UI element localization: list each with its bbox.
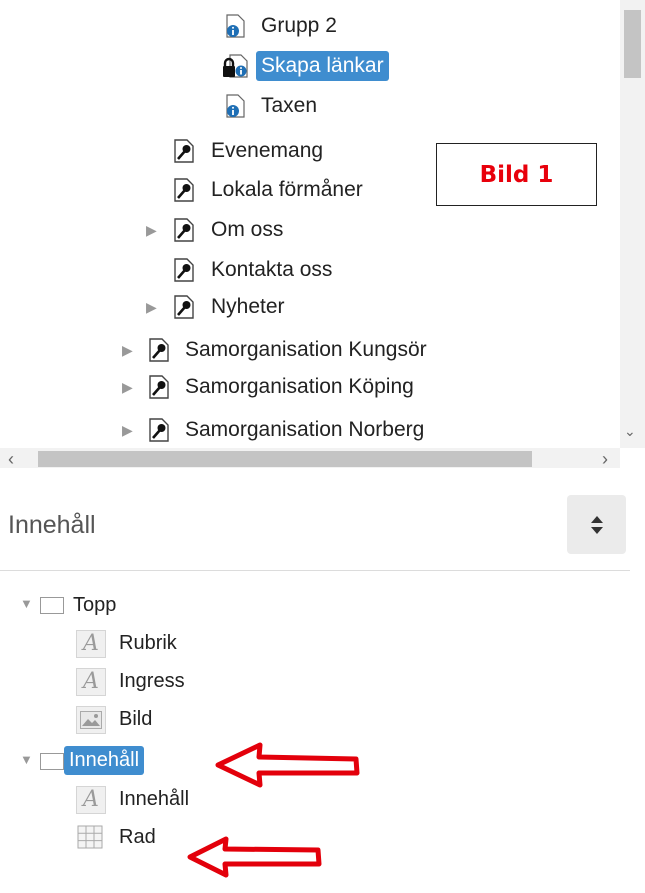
page-icon	[149, 418, 169, 442]
page-icon	[174, 178, 194, 202]
tree-item-grupp-2[interactable]: Grupp 2	[0, 6, 600, 46]
tree-item-label: Lokala förmåner	[211, 178, 363, 201]
content-item-label: Rad	[119, 825, 156, 848]
scroll-left-icon[interactable]: ‹	[8, 450, 14, 468]
annotation-arrow-icon	[187, 836, 322, 878]
content-panel-title: Innehåll	[8, 511, 96, 539]
page-icon	[174, 295, 194, 319]
expand-arrow-icon[interactable]: ▶	[146, 300, 157, 314]
tree-item-taxen[interactable]: Taxen	[0, 86, 600, 126]
content-item-label: Innehåll	[64, 745, 145, 775]
vertical-scrollbar[interactable]: ⌄	[620, 0, 645, 448]
content-item-rubrik[interactable]: A Rubrik	[0, 624, 400, 662]
grid-icon	[76, 824, 104, 850]
tree-item-skapa-lankar[interactable]: Skapa länkar	[0, 46, 600, 86]
page-icon	[149, 338, 169, 362]
info-page-icon	[226, 94, 245, 118]
page-icon	[174, 139, 194, 163]
divider	[0, 570, 630, 571]
tree-item-label: Samorganisation Norberg	[185, 418, 425, 441]
tree-item-label: Samorganisation Köping	[185, 375, 414, 398]
container-icon	[40, 753, 64, 770]
lock-page-icon	[222, 54, 248, 78]
tree-item-samorganisation-kungsor[interactable]: ▶ Samorganisation Kungsör	[0, 330, 600, 370]
collapse-arrow-icon[interactable]: ▼	[20, 597, 33, 610]
sort-button[interactable]	[567, 495, 626, 554]
horizontal-scrollbar[interactable]: ‹ ›	[0, 448, 620, 468]
horizontal-scrollbar-thumb[interactable]	[38, 451, 532, 467]
tree-item-label: Taxen	[261, 94, 318, 117]
scroll-right-icon[interactable]: ›	[602, 450, 608, 468]
page-tree: Grupp 2 Skapa länkar Taxen Evenemang Lok…	[0, 0, 620, 448]
page-icon	[174, 218, 194, 242]
text-icon: A	[76, 668, 106, 696]
expand-arrow-icon[interactable]: ▶	[122, 380, 133, 394]
scroll-down-icon[interactable]: ⌄	[624, 424, 636, 438]
tree-item-label: Evenemang	[211, 139, 324, 162]
vertical-scrollbar-thumb[interactable]	[624, 10, 641, 78]
content-item-ingress[interactable]: A Ingress	[0, 662, 400, 700]
container-icon	[40, 597, 64, 614]
content-item-bild[interactable]: Bild	[0, 700, 400, 738]
expand-arrow-icon[interactable]: ▶	[146, 223, 157, 237]
tree-item-label: Grupp 2	[261, 14, 337, 37]
tree-item-label: Om oss	[211, 218, 284, 241]
tree-item-label: Skapa länkar	[256, 51, 389, 81]
tree-item-label: Samorganisation Kungsör	[185, 338, 427, 361]
expand-arrow-icon[interactable]: ▶	[122, 343, 133, 357]
content-item-topp[interactable]: ▼ Topp	[0, 586, 400, 624]
sort-icon	[590, 515, 604, 535]
annotation-label: Bild 1	[479, 161, 554, 188]
tree-item-label: Kontakta oss	[211, 258, 333, 281]
image-icon	[76, 706, 106, 734]
expand-arrow-icon[interactable]: ▶	[122, 423, 133, 437]
annotation-arrow-icon	[215, 742, 360, 788]
text-icon: A	[76, 786, 106, 814]
page-icon	[174, 258, 194, 282]
text-icon: A	[76, 630, 106, 658]
content-item-label: Rubrik	[119, 631, 177, 654]
page-icon	[149, 375, 169, 399]
page-tree-panel: Grupp 2 Skapa länkar Taxen Evenemang Lok…	[0, 0, 645, 468]
content-item-label: Topp	[73, 593, 117, 616]
tree-item-kontakta-oss[interactable]: Kontakta oss	[0, 250, 600, 290]
tree-item-om-oss[interactable]: ▶ Om oss	[0, 210, 600, 250]
content-item-label: Bild	[119, 707, 153, 730]
tree-item-label: Nyheter	[211, 295, 285, 318]
tree-item-nyheter[interactable]: ▶ Nyheter	[0, 287, 600, 327]
content-item-label: Ingress	[119, 669, 185, 692]
content-header: Innehåll	[0, 495, 645, 570]
tree-item-samorganisation-koping[interactable]: ▶ Samorganisation Köping	[0, 367, 600, 407]
annotation-box: Bild 1	[436, 143, 597, 206]
tree-item-samorganisation-norberg[interactable]: ▶ Samorganisation Norberg	[0, 410, 600, 448]
content-item-label: Innehåll	[119, 787, 190, 810]
collapse-arrow-icon[interactable]: ▼	[20, 753, 33, 766]
info-page-icon	[226, 14, 245, 38]
